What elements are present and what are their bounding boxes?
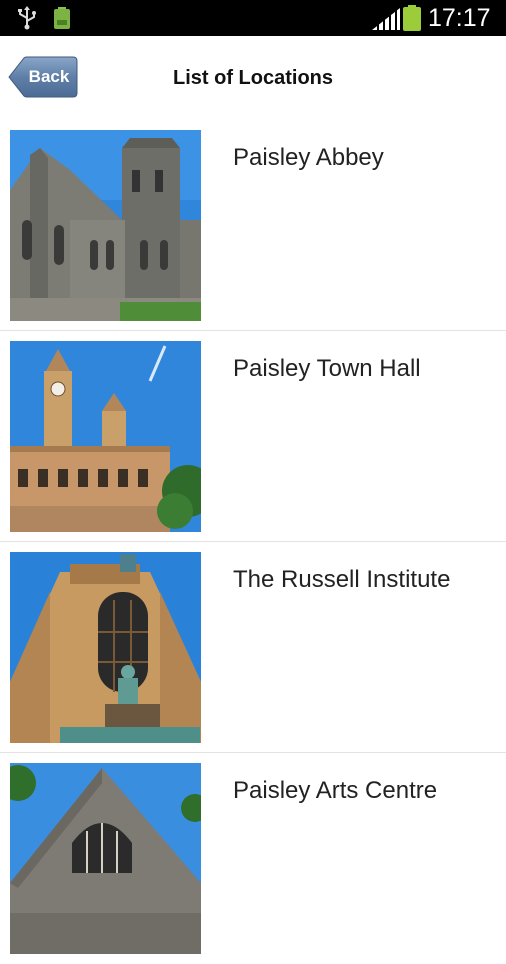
signal-icon [372, 8, 400, 30]
location-name: Paisley Abbey [233, 144, 384, 171]
russell-institute-photo [10, 552, 201, 743]
battery-notification-icon [54, 7, 70, 29]
back-button-label: Back [28, 67, 70, 86]
status-bar: 17:17 [0, 0, 506, 36]
paisley-arts-centre-photo [10, 763, 201, 954]
list-item[interactable]: Paisley Abbey [0, 120, 506, 331]
usb-icon [18, 6, 36, 30]
clock: 17:17 [428, 4, 491, 32]
location-name: Paisley Arts Centre [233, 777, 438, 804]
back-button[interactable]: Back [8, 56, 78, 98]
location-name: The Russell Institute [233, 566, 451, 593]
title-bar: List of Locations Back [0, 36, 506, 120]
list-item[interactable]: Paisley Arts Centre [0, 753, 506, 964]
list-item[interactable]: The Russell Institute [0, 542, 506, 753]
location-name: Paisley Town Hall [233, 355, 421, 382]
battery-icon [403, 5, 421, 31]
list-item[interactable]: Paisley Town Hall [0, 331, 506, 542]
paisley-town-hall-photo [10, 341, 201, 532]
paisley-abbey-photo [10, 130, 201, 321]
